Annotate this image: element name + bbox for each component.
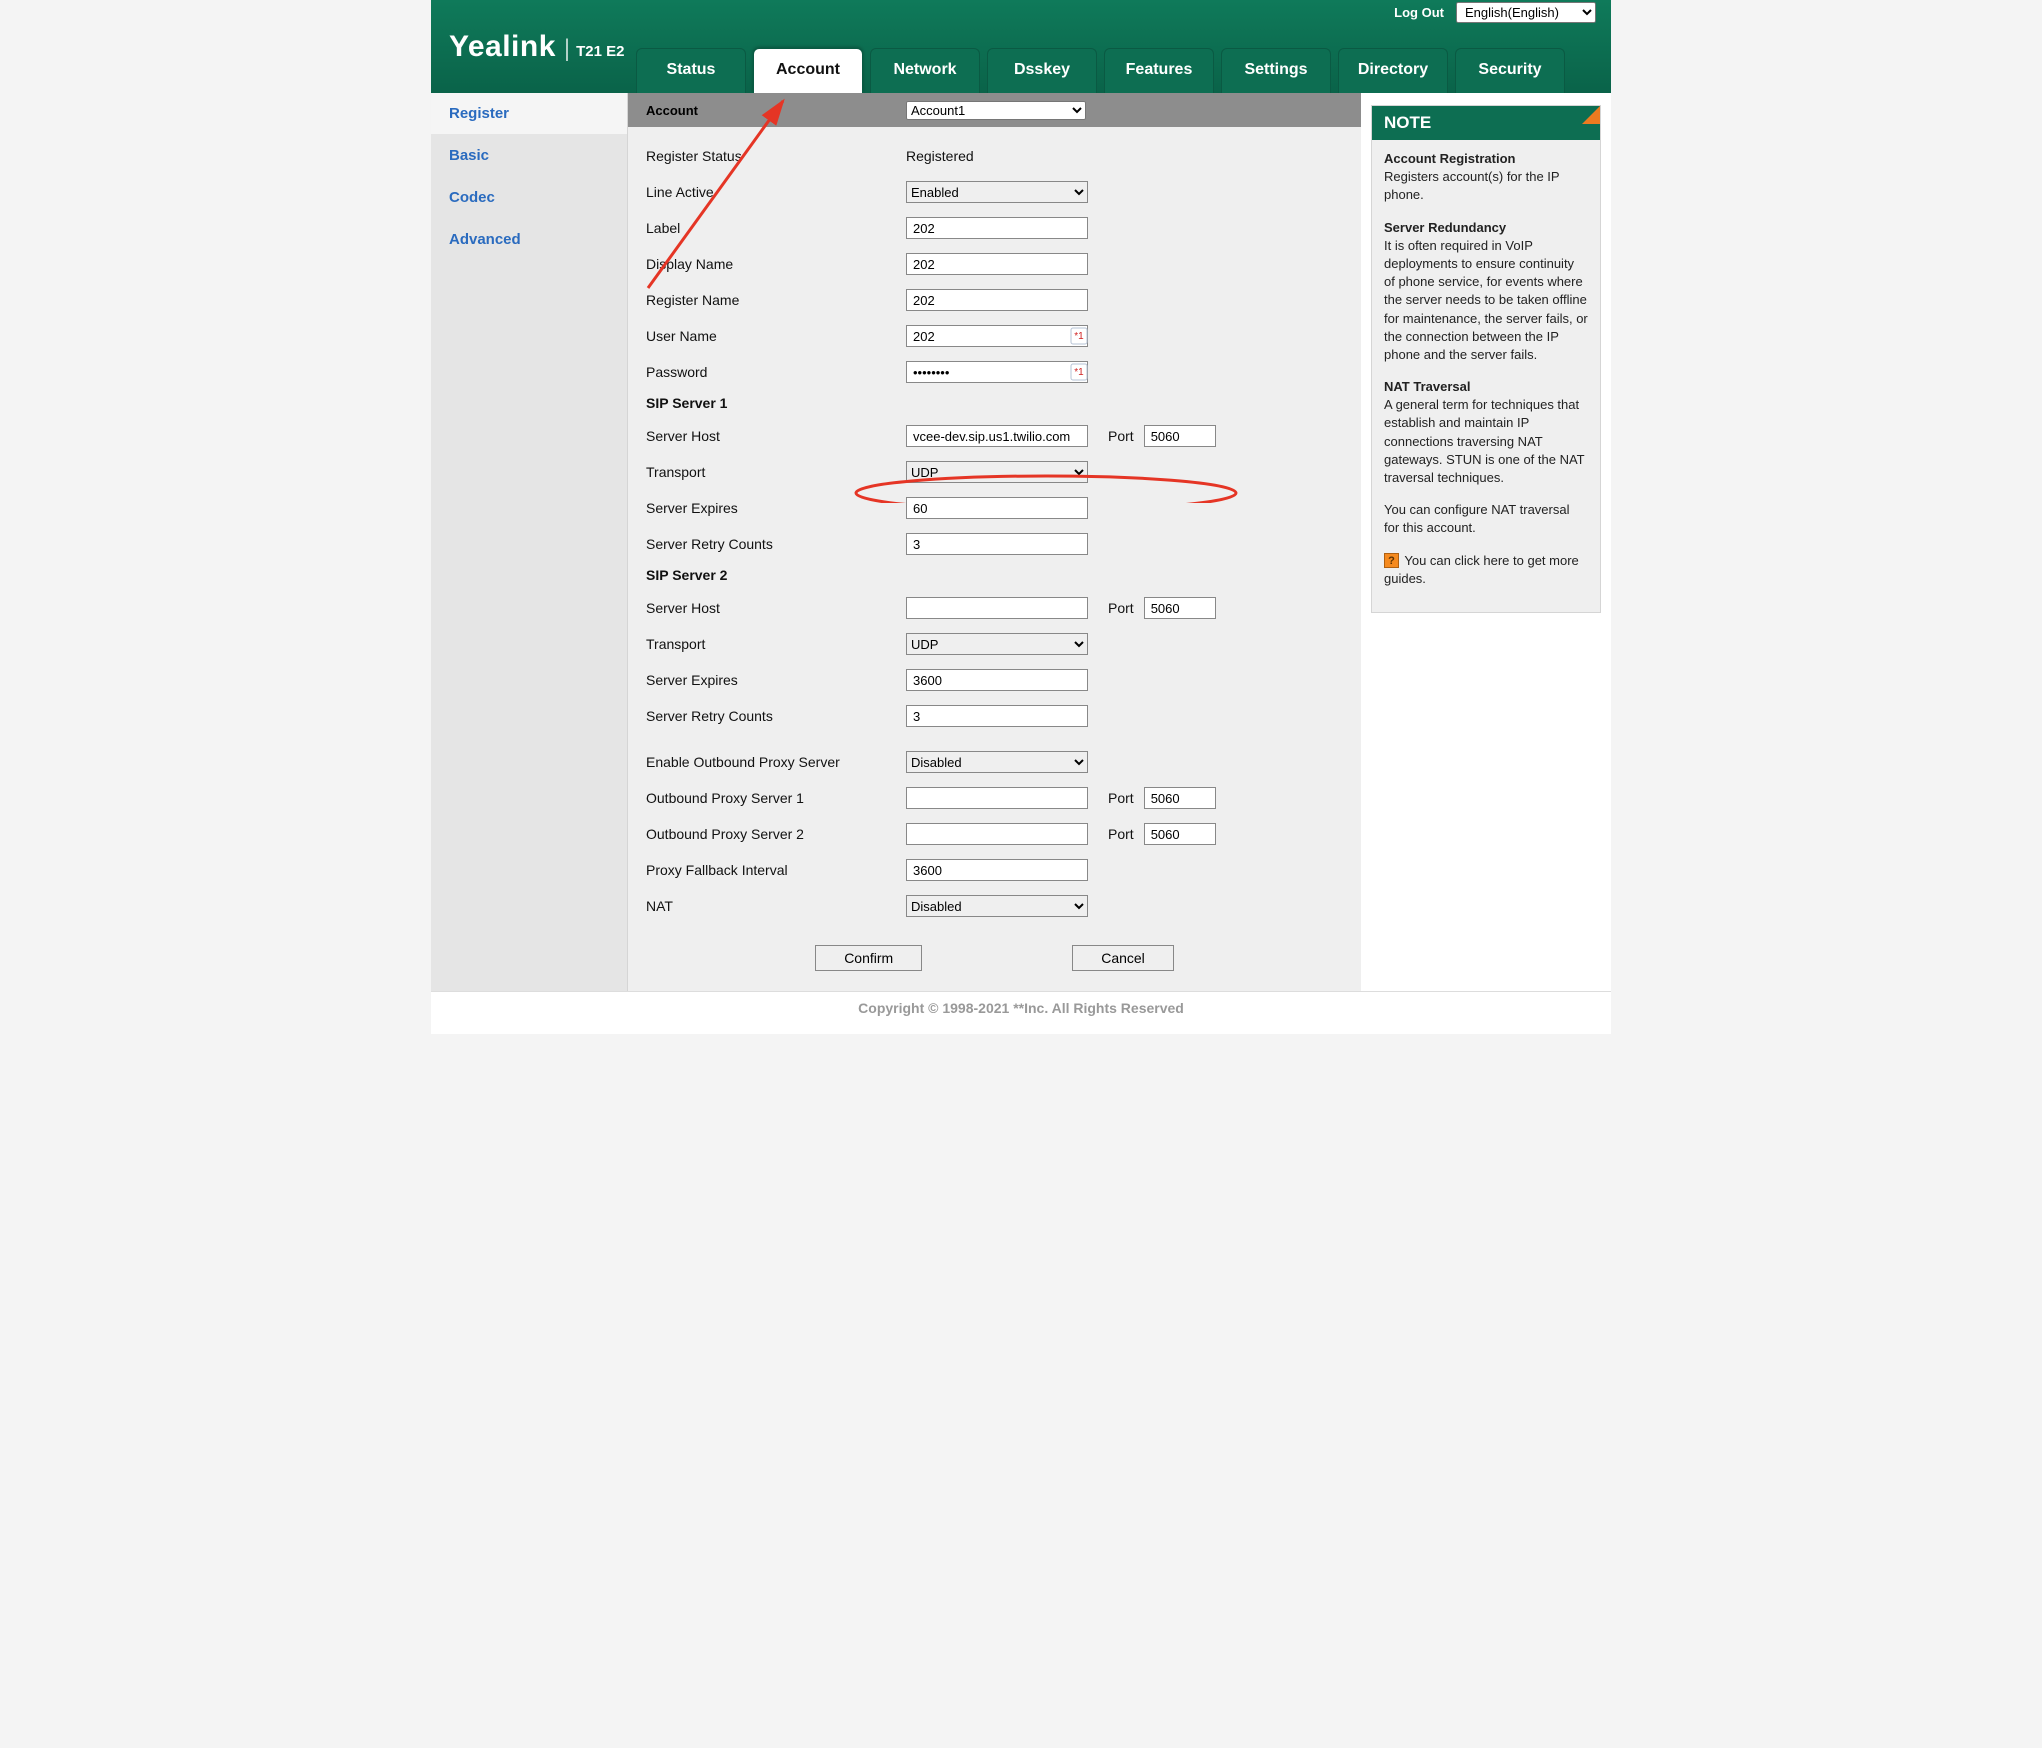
nat-select[interactable]: Disabled: [906, 895, 1088, 917]
sip1-host-input[interactable]: [906, 425, 1088, 447]
proxy-fallback-label: Proxy Fallback Interval: [646, 862, 906, 878]
display-name-label: Display Name: [646, 256, 906, 272]
outbound2-label: Outbound Proxy Server 2: [646, 826, 906, 842]
sidebar-item-basic[interactable]: Basic: [431, 135, 627, 177]
register-status-value: Registered: [906, 148, 974, 164]
language-select[interactable]: English(English): [1456, 2, 1596, 23]
sip1-expires-label: Server Expires: [646, 500, 906, 516]
note-reg-head: Account Registration: [1384, 151, 1515, 166]
sip2-host-label: Server Host: [646, 600, 906, 616]
tab-network[interactable]: Network: [870, 48, 980, 93]
sip1-transport-select[interactable]: UDP: [906, 461, 1088, 483]
sip1-transport-label: Transport: [646, 464, 906, 480]
note-guides-link[interactable]: You can click here to get more guides.: [1384, 553, 1579, 586]
register-status-label: Register Status: [646, 148, 906, 164]
question-icon: ?: [1384, 553, 1399, 568]
tab-directory[interactable]: Directory: [1338, 48, 1448, 93]
line-active-select[interactable]: Enabled: [906, 181, 1088, 203]
user-name-input[interactable]: [906, 325, 1088, 347]
sidebar: Register Basic Codec Advanced: [431, 93, 628, 991]
brand-logo: Yealink | T21 E2: [449, 30, 625, 64]
note-nat-configure: You can configure NAT traversal for this…: [1384, 501, 1588, 537]
password-label: Password: [646, 364, 906, 380]
account-section-header: Account Account1: [628, 93, 1361, 127]
svg-text:*1: *1: [1074, 367, 1084, 378]
outbound1-port-input[interactable]: [1144, 787, 1216, 809]
outbound1-port-label: Port: [1108, 790, 1134, 806]
note-nat-head: NAT Traversal: [1384, 379, 1470, 394]
sidebar-item-advanced[interactable]: Advanced: [431, 219, 627, 261]
note-red-head: Server Redundancy: [1384, 220, 1506, 235]
outbound2-input[interactable]: [906, 823, 1088, 845]
tab-account[interactable]: Account: [753, 48, 863, 93]
tab-status[interactable]: Status: [636, 48, 746, 93]
proxy-fallback-input[interactable]: [906, 859, 1088, 881]
password-input[interactable]: [906, 361, 1088, 383]
sip1-port-input[interactable]: [1144, 425, 1216, 447]
label-input[interactable]: [906, 217, 1088, 239]
required-icon: *1: [1069, 362, 1089, 382]
tab-settings[interactable]: Settings: [1221, 48, 1331, 93]
note-reg-body: Registers account(s) for the IP phone.: [1384, 169, 1559, 202]
cancel-button[interactable]: Cancel: [1072, 945, 1174, 971]
sidebar-item-codec[interactable]: Codec: [431, 177, 627, 219]
sip-server-1-head: SIP Server 1: [646, 395, 1343, 411]
register-name-label: Register Name: [646, 292, 906, 308]
content-area: Register Basic Codec Advanced Account Ac…: [431, 93, 1611, 991]
note-red-body: It is often required in VoIP deployments…: [1384, 238, 1588, 362]
account-label: Account: [646, 103, 906, 118]
display-name-input[interactable]: [906, 253, 1088, 275]
sip1-retry-input[interactable]: [906, 533, 1088, 555]
app-header: Log Out English(English) Yealink | T21 E…: [431, 0, 1611, 93]
model-name: T21 E2: [576, 43, 624, 60]
confirm-button[interactable]: Confirm: [815, 945, 922, 971]
outbound2-port-input[interactable]: [1144, 823, 1216, 845]
sip2-expires-label: Server Expires: [646, 672, 906, 688]
sip1-expires-input[interactable]: [906, 497, 1088, 519]
tab-features[interactable]: Features: [1104, 48, 1214, 93]
nat-label: NAT: [646, 898, 906, 914]
sip2-host-input[interactable]: [906, 597, 1088, 619]
outbound1-input[interactable]: [906, 787, 1088, 809]
sip2-port-label: Port: [1108, 600, 1134, 616]
required-icon: *1: [1069, 326, 1089, 346]
svg-text:*1: *1: [1074, 331, 1084, 342]
sip1-host-label: Server Host: [646, 428, 906, 444]
sip2-retry-input[interactable]: [906, 705, 1088, 727]
account-select[interactable]: Account1: [906, 101, 1086, 120]
line-active-label: Line Active: [646, 184, 906, 200]
sip-server-2-head: SIP Server 2: [646, 567, 1343, 583]
sidebar-item-register[interactable]: Register: [431, 93, 627, 135]
outbound-enable-select[interactable]: Disabled: [906, 751, 1088, 773]
sip2-retry-label: Server Retry Counts: [646, 708, 906, 724]
sip2-port-input[interactable]: [1144, 597, 1216, 619]
note-panel: NOTE Account Registration Registers acco…: [1371, 105, 1601, 613]
user-name-label: User Name: [646, 328, 906, 344]
register-name-input[interactable]: [906, 289, 1088, 311]
sip1-retry-label: Server Retry Counts: [646, 536, 906, 552]
main-tabs: Status Account Network Dsskey Features S…: [636, 48, 1565, 93]
footer-copyright: Copyright © 1998-2021 **Inc. All Rights …: [431, 991, 1611, 1034]
note-nat-body: A general term for techniques that estab…: [1384, 397, 1584, 485]
sip2-transport-label: Transport: [646, 636, 906, 652]
logout-link[interactable]: Log Out: [1394, 5, 1444, 20]
note-title: NOTE: [1372, 106, 1600, 140]
sip2-expires-input[interactable]: [906, 669, 1088, 691]
tab-dsskey[interactable]: Dsskey: [987, 48, 1097, 93]
brand-name: Yealink: [449, 30, 556, 64]
sip2-transport-select[interactable]: UDP: [906, 633, 1088, 655]
tab-security[interactable]: Security: [1455, 48, 1565, 93]
sip1-port-label: Port: [1108, 428, 1134, 444]
outbound2-port-label: Port: [1108, 826, 1134, 842]
form-panel: Account Account1 Register Status Registe…: [628, 93, 1361, 991]
outbound-enable-label: Enable Outbound Proxy Server: [646, 754, 906, 770]
label-label: Label: [646, 220, 906, 236]
outbound1-label: Outbound Proxy Server 1: [646, 790, 906, 806]
